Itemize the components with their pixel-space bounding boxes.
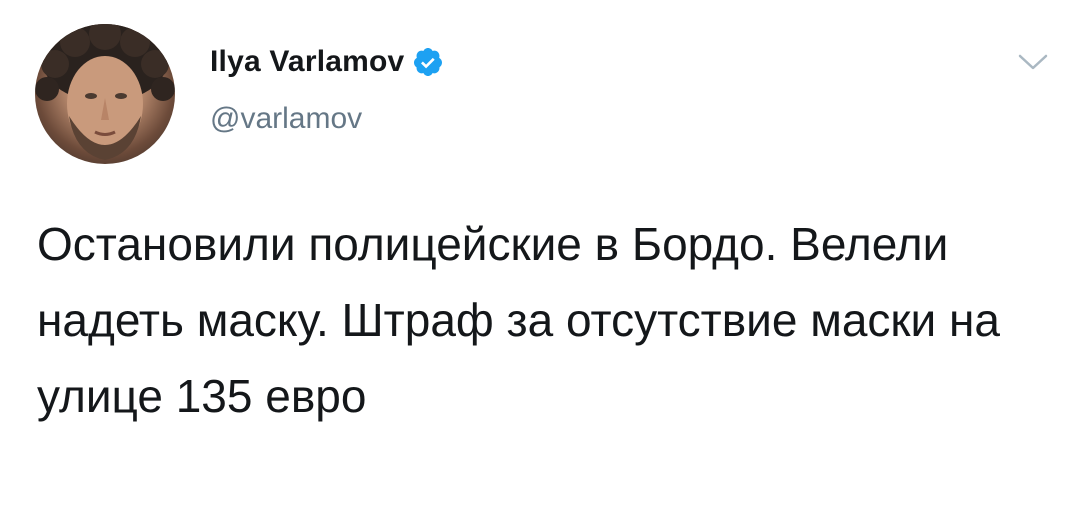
author-name-row: Ilya Varlamov — [210, 42, 444, 82]
tweet-card: Ilya Varlamov @varlamov Остановили полиц… — [0, 0, 1080, 519]
chevron-down-icon[interactable] — [1016, 50, 1050, 74]
author-display-name[interactable]: Ilya Varlamov — [210, 45, 404, 79]
verified-badge-icon — [412, 46, 444, 78]
avatar-photo-icon — [35, 24, 175, 160]
author-avatar[interactable] — [35, 24, 175, 164]
tweet-text: Остановили полицейские в Бордо. Велели н… — [37, 218, 1013, 422]
author-handle[interactable]: @varlamov — [210, 102, 362, 136]
